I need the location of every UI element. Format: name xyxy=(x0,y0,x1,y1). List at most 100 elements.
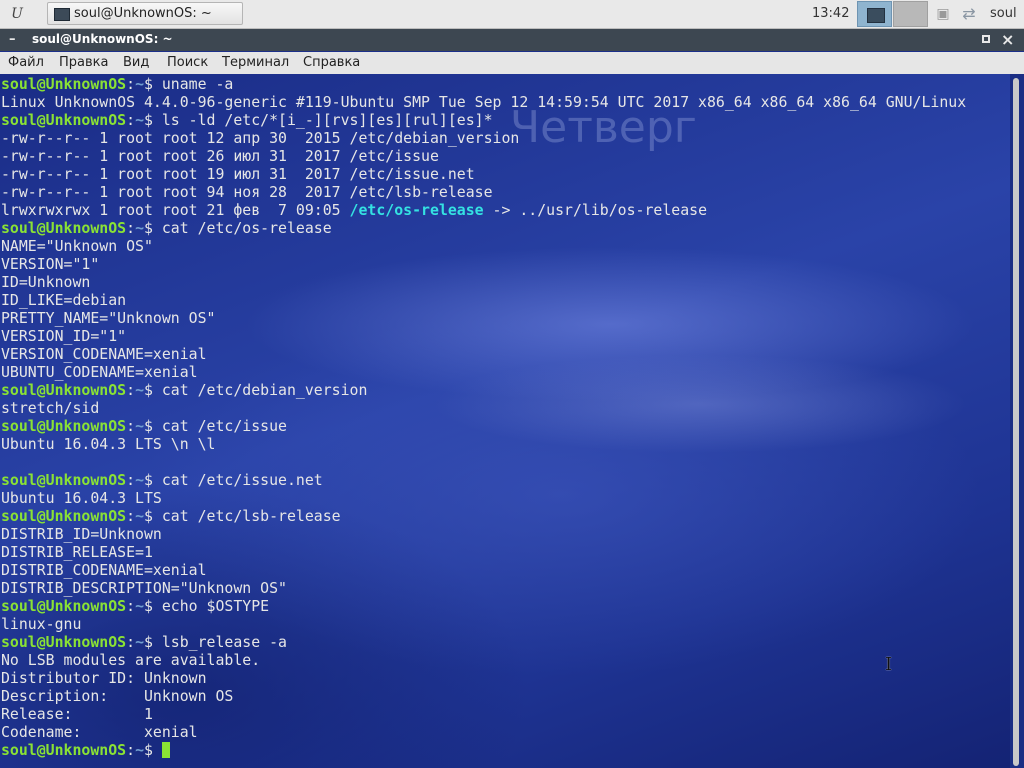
prompt-symbol: $ xyxy=(144,219,162,237)
output-line: ID=Unknown xyxy=(1,273,966,291)
output-text: Distributor ID: Unknown xyxy=(1,669,207,687)
menu-file[interactable]: Файл xyxy=(8,55,44,70)
prompt-directory: ~ xyxy=(135,597,144,615)
taskbar-item-terminal[interactable]: soul@UnknownOS: ~ xyxy=(47,2,243,25)
prompt-line: soul@UnknownOS:~$ cat /etc/lsb-release xyxy=(1,507,966,525)
output-text: Codename: xenial xyxy=(1,723,198,741)
output-text: -rw-r--r-- 1 root root 26 июл 31 2017 /e… xyxy=(1,147,439,165)
output-text: NAME="Unknown OS" xyxy=(1,237,153,255)
prompt-separator: : xyxy=(126,633,136,651)
prompt-user: soul@UnknownOS xyxy=(1,75,127,93)
terminal-icon xyxy=(54,8,70,21)
command-text: lsb_release -a xyxy=(161,633,287,651)
prompt-line: soul@UnknownOS:~$ cat /etc/issue.net xyxy=(1,471,966,489)
prompt-directory: ~ xyxy=(135,471,144,489)
clock[interactable]: 13:42 xyxy=(812,6,849,21)
output-text: lrwxrwxrwx 1 root root 21 фев 7 09:05 xyxy=(1,201,350,219)
output-line: UBUNTU_CODENAME=xenial xyxy=(1,363,966,381)
menu-search[interactable]: Поиск xyxy=(167,55,208,70)
prompt-symbol: $ xyxy=(144,507,162,525)
output-text: VERSION_ID="1" xyxy=(1,327,127,345)
output-line: VERSION_CODENAME=xenial xyxy=(1,345,966,363)
workspace-2[interactable] xyxy=(893,1,928,27)
output-text: Ubuntu 16.04.3 LTS \n \l xyxy=(1,435,216,453)
output-line: No LSB modules are available. xyxy=(1,651,966,669)
prompt-line: soul@UnknownOS:~$ cat /etc/os-release xyxy=(1,219,966,237)
output-text: DISTRIB_DESCRIPTION="Unknown OS" xyxy=(1,579,287,597)
output-line: VERSION="1" xyxy=(1,255,966,273)
output-text: Linux UnknownOS 4.4.0-96-generic #119-Ub… xyxy=(1,93,967,111)
scrollbar-thumb[interactable] xyxy=(1013,78,1019,766)
prompt-separator: : xyxy=(126,75,136,93)
prompt-symbol: $ xyxy=(144,471,162,489)
output-line: Linux UnknownOS 4.4.0-96-generic #119-Ub… xyxy=(1,93,966,111)
close-icon[interactable]: × xyxy=(1001,30,1014,49)
prompt-user: soul@UnknownOS xyxy=(1,741,127,759)
terminal-lines: soul@UnknownOS:~$ uname -a Linux UnknownO… xyxy=(1,75,966,759)
output-text: linux-gnu xyxy=(1,615,82,633)
command-text: echo $OSTYPE xyxy=(161,597,270,615)
output-text: VERSION_CODENAME=xenial xyxy=(1,345,207,363)
user-menu[interactable]: soul xyxy=(990,6,1017,21)
taskbar-item-label: soul@UnknownOS: ~ xyxy=(74,6,212,21)
output-line: -rw-r--r-- 1 root root 94 ноя 28 2017 /e… xyxy=(1,183,966,201)
output-line: -rw-r--r-- 1 root root 26 июл 31 2017 /e… xyxy=(1,147,966,165)
maximize-icon[interactable] xyxy=(982,35,990,43)
output-text: -rw-r--r-- 1 root root 19 июл 31 2017 /e… xyxy=(1,165,475,183)
terminal-scrollbar[interactable] xyxy=(1010,74,1024,768)
prompt-user: soul@UnknownOS xyxy=(1,219,127,237)
prompt-symbol: $ xyxy=(144,633,162,651)
command-text: ls -ld /etc/*[i_-][rvs][es][rul][es]* xyxy=(161,111,493,129)
output-line: Codename: xenial xyxy=(1,723,966,741)
command-text: cat /etc/debian_version xyxy=(161,381,368,399)
output-line: lrwxrwxrwx 1 root root 21 фев 7 09:05 /e… xyxy=(1,201,966,219)
menu-edit[interactable]: Правка xyxy=(59,55,108,70)
network-icon[interactable]: ⇄ xyxy=(958,4,980,24)
window-title: soul@UnknownOS: ~ xyxy=(32,32,173,46)
prompt-line: soul@UnknownOS:~$ xyxy=(1,741,966,759)
prompt-directory: ~ xyxy=(135,507,144,525)
prompt-symbol: $ xyxy=(144,417,162,435)
output-line: ID_LIKE=debian xyxy=(1,291,966,309)
prompt-user: soul@UnknownOS xyxy=(1,381,127,399)
prompt-line: soul@UnknownOS:~$ echo $OSTYPE xyxy=(1,597,966,615)
output-text: DISTRIB_CODENAME=xenial xyxy=(1,561,207,579)
menu-help[interactable]: Справка xyxy=(303,55,360,70)
prompt-directory: ~ xyxy=(135,741,144,759)
output-line: Ubuntu 16.04.3 LTS \n \l xyxy=(1,435,966,453)
window-menu-icon[interactable]: – xyxy=(9,32,16,47)
prompt-user: soul@UnknownOS xyxy=(1,507,127,525)
prompt-symbol: $ xyxy=(144,741,162,759)
output-line: PRETTY_NAME="Unknown OS" xyxy=(1,309,966,327)
prompt-separator: : xyxy=(126,471,136,489)
menu-view[interactable]: Вид xyxy=(123,55,149,70)
command-text: cat /etc/issue xyxy=(161,417,287,435)
prompt-symbol: $ xyxy=(144,381,162,399)
prompt-symbol: $ xyxy=(144,597,162,615)
terminal-output[interactable]: Четверг soul@UnknownOS:~$ uname -a Linux … xyxy=(0,74,1010,768)
output-text: ID_LIKE=debian xyxy=(1,291,127,309)
prompt-user: soul@UnknownOS xyxy=(1,597,127,615)
prompt-separator: : xyxy=(126,597,136,615)
prompt-separator: : xyxy=(126,417,136,435)
window-titlebar[interactable]: – soul@UnknownOS: ~ × xyxy=(0,29,1024,51)
prompt-directory: ~ xyxy=(135,633,144,651)
output-text: VERSION="1" xyxy=(1,255,100,273)
terminal-cursor xyxy=(161,742,170,758)
output-text: stretch/sid xyxy=(1,399,100,417)
prompt-user: soul@UnknownOS xyxy=(1,471,127,489)
prompt-line: soul@UnknownOS:~$ ls -ld /etc/*[i_-][rvs… xyxy=(1,111,966,129)
prompt-directory: ~ xyxy=(135,417,144,435)
output-line: DISTRIB_DESCRIPTION="Unknown OS" xyxy=(1,579,966,597)
prompt-symbol: $ xyxy=(144,111,162,129)
output-text: UBUNTU_CODENAME=xenial xyxy=(1,363,198,381)
menu-terminal[interactable]: Терминал xyxy=(222,55,289,70)
prompt-separator: : xyxy=(126,381,136,399)
command-text: uname -a xyxy=(161,75,234,93)
app-menu-button[interactable]: U xyxy=(6,4,28,24)
prompt-directory: ~ xyxy=(135,75,144,93)
prompt-directory: ~ xyxy=(135,219,144,237)
prompt-user: soul@UnknownOS xyxy=(1,633,127,651)
clipboard-icon[interactable]: ▣ xyxy=(934,5,952,23)
workspace-1[interactable] xyxy=(857,1,892,27)
